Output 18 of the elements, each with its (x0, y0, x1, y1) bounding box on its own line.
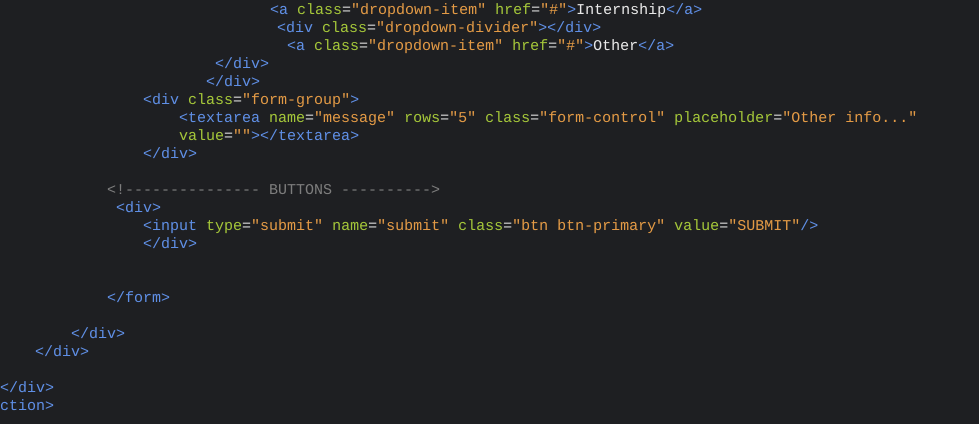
code-line: <input type="submit" name="submit" class="btn btn-primary" value="SUBMIT"/> (143, 218, 818, 235)
code-line: </div> (0, 380, 54, 397)
code-line: <div> (116, 200, 162, 217)
code-line: </div> (71, 326, 126, 343)
code-line: ction> (0, 398, 54, 415)
code-line: <!--------------- BUTTONS ----------> (107, 182, 440, 199)
code-line: <textarea name="message" rows="5" class="form-control" placeholder="Other info..." (179, 110, 918, 127)
code-line: </form> (107, 290, 170, 307)
code-line: <a class="dropdown-item" href="#">Internship</a> (270, 2, 702, 19)
code-line: </div> (215, 56, 270, 73)
code-line: <div class="form-group"> (143, 92, 360, 109)
code-line: </div> (35, 344, 90, 361)
code-line: <a class="dropdown-item" href="#">Other</a> (287, 38, 674, 55)
code-line: </div> (206, 74, 260, 91)
code-line: <div class="dropdown-divider"></div> (277, 20, 602, 37)
code-line: value=""></textarea> (179, 128, 360, 145)
code-line: </div> (143, 236, 198, 253)
code-line: </div> (143, 146, 198, 163)
